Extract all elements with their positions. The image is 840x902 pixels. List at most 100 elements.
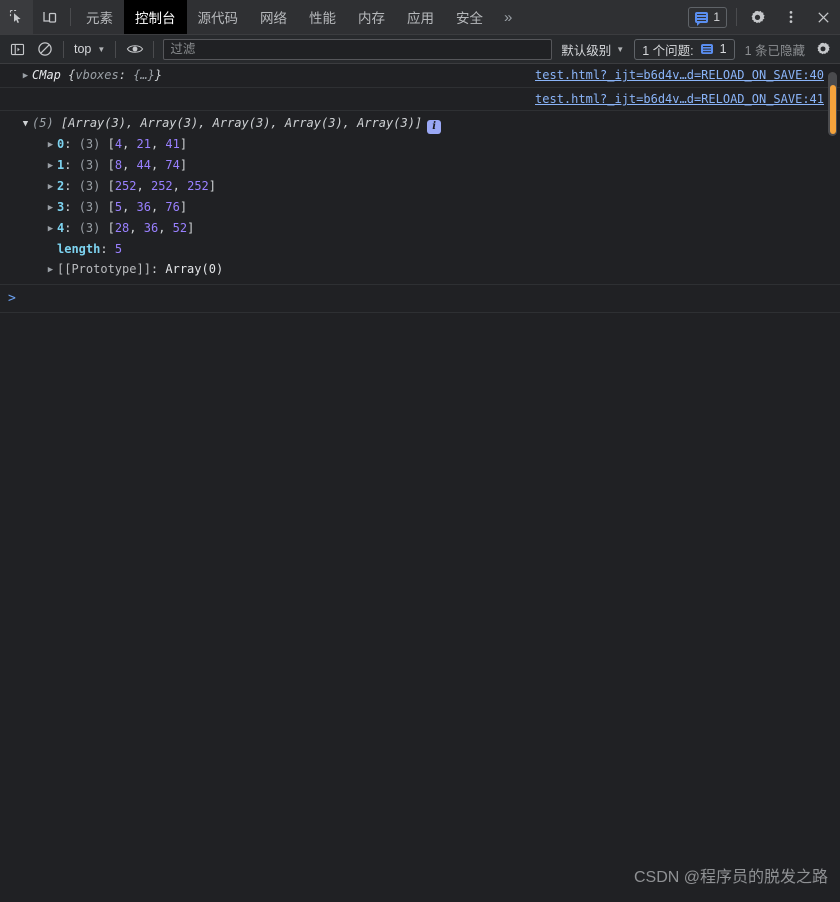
array-value: 252 <box>187 179 209 193</box>
issues-indicator-button[interactable]: 1 <box>688 6 727 28</box>
length-key: length <box>57 242 101 256</box>
gear-icon[interactable] <box>741 0 774 34</box>
scrollbar[interactable] <box>828 72 837 136</box>
console-prompt[interactable]: > <box>0 284 840 313</box>
console-message-list[interactable]: ▶ CMap {vboxes: {…}} test.html?_ijt=b6d4v… <box>0 64 840 901</box>
clear-console-icon[interactable] <box>31 37 58 62</box>
array-prototype-row[interactable]: ▶ [[Prototype]]: Array(0) <box>0 259 840 284</box>
tab-security[interactable]: 安全 <box>445 0 494 34</box>
message-icon <box>695 11 709 26</box>
expand-arrow-icon-proto[interactable]: ▶ <box>44 260 57 280</box>
console-message-object[interactable]: ▶ CMap {vboxes: {…}} test.html?_ijt=b6d4v… <box>0 64 840 88</box>
tab-application[interactable]: 应用 <box>396 0 445 34</box>
search-input[interactable] <box>170 42 546 56</box>
length-value: 5 <box>114 242 123 256</box>
source-link[interactable]: test.html?_ijt=b6d4v…d=RELOAD_ON_SAVE:40 <box>535 67 824 83</box>
array-value: 21 <box>136 137 151 151</box>
expand-arrow-icon-0[interactable]: ▶ <box>44 135 57 155</box>
context-label: top <box>74 42 92 56</box>
close-icon[interactable] <box>807 0 840 34</box>
devtools-tab-bar: 元素 控制台 源代码 网络 性能 内存 应用 安全 » 1 <box>0 0 840 35</box>
array-header-row[interactable]: ▼ (5) [Array(3), Array(3), Array(3), Arra… <box>0 113 840 134</box>
toolbar-divider-1 <box>63 40 64 58</box>
tabbar-spacer <box>522 0 683 34</box>
log-level-label: 默认级别 <box>561 43 612 58</box>
object-property-key: vboxes <box>75 68 119 82</box>
execution-context-selector[interactable]: top ▼ <box>69 38 110 60</box>
object-constructor-name: CMap <box>32 68 61 82</box>
info-icon[interactable]: i <box>427 120 442 134</box>
object-property-value: {…} <box>133 68 155 82</box>
hidden-messages-count: 1 条已隐藏 <box>744 43 805 58</box>
device-toolbar-icon[interactable] <box>33 0 66 34</box>
array-value: 76 <box>165 200 180 214</box>
chevron-down-icon-2: ▼ <box>616 44 625 54</box>
array-value: 5 <box>114 200 123 214</box>
console-toolbar: top ▼ 默认级别 ▼ 1 个问题: 1 1 条已隐藏 <box>0 35 840 64</box>
tabbar-divider <box>70 8 71 26</box>
brace-close: } <box>154 68 163 82</box>
issues-count: 1 <box>713 10 720 24</box>
array-value: 8 <box>114 158 123 172</box>
array-value: 252 <box>114 179 137 193</box>
inner-array-length: (3) <box>78 221 101 235</box>
array-item-row[interactable]: ▶ 3: (3) [5, 36, 76] <box>0 197 840 218</box>
log-level-selector[interactable]: 默认级别 ▼ <box>556 38 629 60</box>
live-expression-eye-icon[interactable] <box>121 37 148 62</box>
expand-arrow-icon-1[interactable]: ▶ <box>44 156 57 176</box>
chevron-down-icon: ▼ <box>97 44 106 54</box>
expand-arrow-icon-4[interactable]: ▶ <box>44 219 57 239</box>
inner-array-length: (3) <box>78 200 101 214</box>
array-length-row: length: 5 <box>57 242 123 256</box>
issues-button-count: 1 <box>719 42 727 56</box>
array-value: 36 <box>143 221 159 235</box>
array-item-row[interactable]: ▶ 0: (3) [4, 21, 41] <box>0 134 840 155</box>
expand-arrow-icon-2[interactable]: ▶ <box>44 177 57 197</box>
message-icon-2 <box>700 44 713 54</box>
inner-array-length: (3) <box>78 158 101 172</box>
tabbar-divider-2 <box>736 8 737 26</box>
array-value: 44 <box>136 158 151 172</box>
tab-sources[interactable]: 源代码 <box>187 0 250 34</box>
collapse-arrow-icon[interactable]: ▼ <box>19 114 32 134</box>
tab-network[interactable]: 网络 <box>249 0 298 34</box>
array-value: 36 <box>136 200 151 214</box>
kebab-menu-icon[interactable] <box>774 0 807 34</box>
property-separator: : <box>118 68 134 82</box>
scrollbar-warning-marker <box>829 85 836 134</box>
array-expanded-group: ▼ (5) [Array(3), Array(3), Array(3), Arra… <box>0 111 840 284</box>
prototype-key: [[Prototype]] <box>57 262 151 276</box>
prototype-value: Array(0) <box>165 262 224 276</box>
array-item-row[interactable]: ▶ 2: (3) [252, 252, 252] <box>0 176 840 197</box>
array-value: 4 <box>114 137 123 151</box>
array-item-row[interactable]: ▶ 4: (3) [28, 36, 52] <box>0 218 840 239</box>
filter-input-wrapper[interactable] <box>163 38 553 60</box>
console-message-array-source[interactable]: test.html?_ijt=b6d4v…d=RELOAD_ON_SAVE:41 <box>0 88 840 111</box>
console-sidebar-icon[interactable] <box>4 37 31 62</box>
tab-performance[interactable]: 性能 <box>298 0 347 34</box>
watermark: CSDN @程序员的脱发之路 <box>633 869 828 886</box>
array-value: 52 <box>172 221 188 235</box>
array-value: 41 <box>165 137 180 151</box>
tab-elements[interactable]: 元素 <box>75 0 124 34</box>
inspect-element-icon[interactable] <box>0 0 33 34</box>
array-value: 252 <box>150 179 173 193</box>
expand-arrow-icon-3[interactable]: ▶ <box>44 198 57 218</box>
cmap-object-preview[interactable]: ▶ CMap {vboxes: {…}} <box>0 67 162 84</box>
issues-label: 1 个问题: <box>642 43 694 58</box>
tab-memory[interactable]: 内存 <box>347 0 396 34</box>
toolbar-divider-2 <box>115 40 117 58</box>
array-value: 74 <box>165 158 180 172</box>
array-value: 28 <box>114 221 130 235</box>
issues-button[interactable]: 1 个问题: 1 <box>634 38 735 60</box>
toolbar-divider-3 <box>153 40 155 58</box>
console-settings-gear-icon[interactable] <box>809 37 836 62</box>
inner-array-length: (3) <box>78 179 101 193</box>
tab-console[interactable]: 控制台 <box>124 0 187 34</box>
expand-arrow-icon[interactable]: ▶ <box>19 68 32 84</box>
more-tabs-icon[interactable]: » <box>494 0 522 34</box>
array-item-row[interactable]: ▶ 1: (3) [8, 44, 74] <box>0 155 840 176</box>
source-link-2[interactable]: test.html?_ijt=b6d4v…d=RELOAD_ON_SAVE:41 <box>535 91 824 107</box>
array-length-count: (5) <box>32 116 54 130</box>
empty-preview <box>0 91 26 107</box>
